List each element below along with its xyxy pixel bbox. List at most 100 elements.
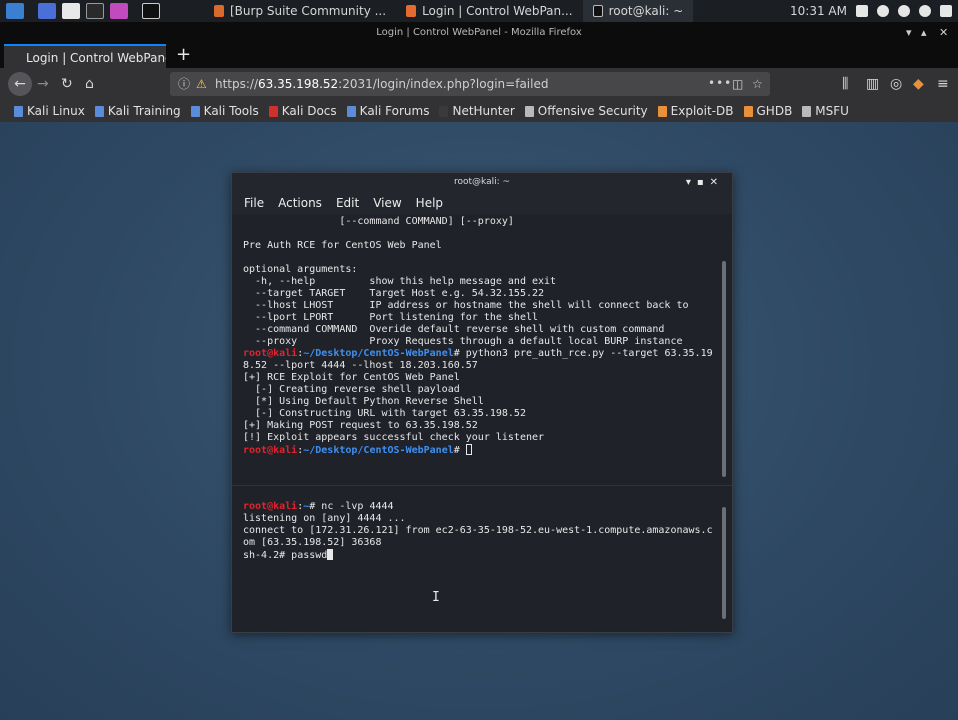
firefox-task-icon [406, 5, 417, 17]
kali-bookmark-icon [190, 105, 200, 117]
url-host: 63.35.198.52 [258, 77, 339, 91]
msfu-bookmark-icon [802, 105, 812, 117]
burp-icon [214, 5, 224, 17]
terminal-titlebar: root@kali: ~ ▾▪✕ [232, 173, 732, 192]
terminal-line: [+] RCE Exploit for CentOS Web Panel [243, 372, 460, 383]
pane-divider[interactable] [232, 485, 732, 486]
bookmark-kali-tools[interactable]: Kali Tools [190, 104, 259, 118]
exploitdb-bookmark-icon [657, 105, 667, 117]
docs-bookmark-icon [268, 105, 278, 117]
site-info-icon[interactable]: ⓘ [178, 72, 190, 96]
bookmark-label: Offensive Security [537, 104, 648, 118]
screen-icon[interactable] [856, 5, 868, 17]
menu-file[interactable]: File [244, 196, 264, 210]
bookmark-nethunter[interactable]: NetHunter [439, 104, 515, 118]
bookmark-label: Exploit-DB [670, 104, 734, 118]
minimize-icon[interactable]: ▾ [906, 22, 912, 44]
tab-login[interactable]: Login | Control WebPanel [4, 44, 166, 68]
extension-icon[interactable]: ◆ [913, 74, 924, 94]
file-manager-icon[interactable] [62, 3, 80, 19]
terminal-line: optional arguments: [243, 264, 358, 275]
library-icon[interactable]: ⫼ [842, 74, 848, 94]
shell-prompt: sh-4.2# [243, 550, 292, 561]
terminal-line: [--command COMMAND] [--proxy] [243, 216, 514, 227]
terminal-line: -h, --help show this help message and ex… [243, 276, 557, 287]
bookmark-kali-linux[interactable]: Kali Linux [14, 104, 85, 118]
menu-edit[interactable]: Edit [336, 196, 359, 210]
new-tab-button[interactable]: + [176, 44, 191, 66]
bookmark-kali-training[interactable]: Kali Training [94, 104, 181, 118]
workspace-icon[interactable] [38, 3, 56, 19]
bookmark-label: Kali Linux [27, 104, 85, 118]
terminal-pane-listener[interactable]: root@kali:~# nc -lvp 4444 listening on [a… [232, 501, 732, 633]
task-terminal[interactable]: root@kali: ~ [582, 0, 694, 22]
terminal-launcher-icon[interactable] [86, 3, 104, 19]
bookmark-kali-forums[interactable]: Kali Forums [346, 104, 430, 118]
terminal-line: --lhost LHOST IP address or hostname the… [243, 300, 689, 311]
lock-icon[interactable] [940, 5, 952, 17]
account-icon[interactable]: ◎ [890, 74, 902, 94]
bookmark-offensive-security[interactable]: Offensive Security [524, 104, 648, 118]
volume-icon[interactable] [877, 5, 889, 17]
bookmark-exploit-db[interactable]: Exploit-DB [657, 104, 734, 118]
firefox-titlebar: Login | Control WebPanel - Mozilla Firef… [0, 22, 958, 44]
maximize-icon[interactable]: ▴ [921, 22, 927, 44]
terminal-line: [*] Using Default Python Reverse Shell [243, 396, 484, 407]
sidebar-icon[interactable]: ▥ [866, 74, 879, 94]
terminal-line: --proxy Proxy Requests through a default… [243, 336, 683, 347]
url-bar[interactable]: ⓘ ⚠ https://63.35.198.52:2031/login/inde… [170, 72, 770, 96]
text-cursor [327, 549, 334, 560]
terminal-emulator-icon[interactable] [142, 3, 160, 19]
terminal-pane-exploit[interactable]: [--command COMMAND] [--proxy] Pre Auth R… [232, 216, 732, 478]
home-button[interactable]: ⌂ [85, 74, 94, 94]
bookmark-kali-docs[interactable]: Kali Docs [268, 104, 337, 118]
menu-view[interactable]: View [373, 196, 401, 210]
menu-help[interactable]: Help [416, 196, 443, 210]
pane2-scrollbar[interactable] [722, 507, 726, 619]
bookmark-msfu[interactable]: MSFU [802, 104, 849, 118]
firefox-launcher-icon[interactable] [110, 3, 128, 19]
pocket-icon[interactable]: ◫ [732, 72, 743, 96]
task-burp[interactable]: [Burp Suite Community ... [204, 0, 396, 22]
task-firefox-label: Login | Control WebPan... [422, 4, 573, 18]
terminal-line: [+] Making POST request to 63.35.198.52 [243, 420, 478, 431]
terminal-menubar: File Actions Edit View Help [232, 192, 732, 214]
tab-bar: Login | Control WebPanel + [0, 44, 958, 68]
clock[interactable]: 10:31 AM [790, 4, 847, 18]
bookmark-star-icon[interactable]: ☆ [752, 72, 763, 96]
reload-button[interactable]: ↻ [61, 74, 73, 94]
menu-actions[interactable]: Actions [278, 196, 322, 210]
bookmark-label: MSFU [815, 104, 849, 118]
back-button[interactable]: ← [8, 72, 32, 96]
prompt-user: root@kali [243, 501, 298, 512]
kali-menu-icon[interactable] [6, 3, 24, 19]
prompt-path: ~/Desktop/CentOS-WebPanel [303, 445, 454, 456]
close-icon[interactable]: ✕ [939, 22, 948, 44]
page-actions-icon[interactable]: ••• [708, 71, 732, 95]
insecure-lock-icon[interactable]: ⚠ [196, 72, 207, 96]
terminal-window[interactable]: root@kali: ~ ▾▪✕ File Actions Edit View … [231, 172, 733, 633]
notification-bell-icon[interactable] [898, 5, 910, 17]
pane1-command: python3 pre_auth_rce.py --target 63.35.1… [465, 348, 713, 359]
bookmark-label: Kali Forums [359, 104, 430, 118]
shell-input: passwd [291, 550, 328, 561]
pane1-output-a: [--command COMMAND] [--proxy] Pre Auth R… [243, 216, 732, 348]
terminal-line: [-] Creating reverse shell payload [243, 384, 460, 395]
tab-label: Login | Control WebPanel [26, 51, 166, 65]
bookmark-ghdb[interactable]: GHDB [743, 104, 792, 118]
pane1-scrollbar[interactable] [722, 261, 726, 477]
menu-icon[interactable]: ≡ [937, 74, 949, 94]
bookmark-label: NetHunter [452, 104, 515, 118]
terminal-title: root@kali: ~ [453, 177, 511, 187]
prompt-end: # [453, 348, 466, 359]
terminal-window-controls[interactable]: ▾▪✕ [686, 173, 724, 192]
bookmarks-toolbar: Kali Linux Kali Training Kali Tools Kali… [0, 100, 958, 122]
power-icon[interactable] [919, 5, 931, 17]
text-cursor [465, 444, 472, 455]
task-burp-label: [Burp Suite Community ... [230, 4, 387, 18]
pane1-command-line: root@kali:~/Desktop/CentOS-WebPanel# pyt… [243, 348, 732, 360]
bookmark-label: Kali Docs [281, 104, 337, 118]
task-firefox[interactable]: Login | Control WebPan... [396, 0, 583, 22]
forward-button[interactable]: → [37, 74, 49, 94]
